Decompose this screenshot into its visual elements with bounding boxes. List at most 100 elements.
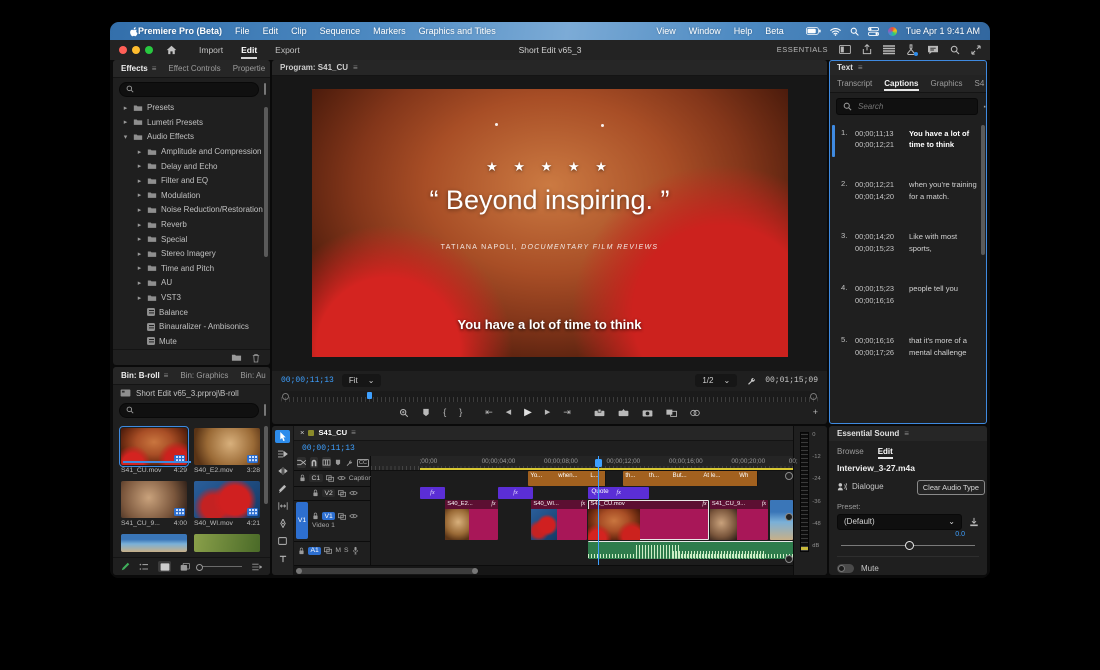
menu-file[interactable]: File [235, 26, 250, 36]
tree-item[interactable]: ▸Delay and Echo [113, 159, 270, 174]
clip-thumbnail[interactable] [194, 428, 260, 465]
track-header-c1[interactable]: C1 Captions [294, 470, 370, 486]
hscroll-thumb[interactable] [297, 568, 477, 574]
edit-pencil-icon[interactable] [121, 562, 130, 571]
zoom-tool-icon[interactable] [399, 408, 409, 418]
chevron-right-icon[interactable]: ▸ [136, 206, 143, 214]
caption-clip[interactable]: Wh [737, 471, 758, 486]
caption-row[interactable]: 4. 00;00;15;2300;00;16;16 people tell yo… [829, 280, 987, 309]
clip-thumbnail[interactable] [121, 481, 187, 518]
bin-clip-partial[interactable] [194, 534, 260, 553]
track-badge-v1[interactable]: V1 [322, 512, 335, 520]
caption-row[interactable]: 3. 00;00;14;2000;00;15;23 Like with most… [829, 228, 987, 257]
clip-thumbnail[interactable] [194, 481, 260, 518]
spotlight-icon[interactable] [850, 27, 859, 36]
chevron-right-icon[interactable]: ▸ [136, 235, 143, 243]
clip-thumbnail[interactable] [194, 534, 260, 552]
caption-clip[interactable]: when... [556, 471, 591, 486]
caption-clip[interactable]: th... [647, 471, 674, 486]
tab-graphics[interactable]: Graphics [925, 75, 969, 92]
caption-row[interactable]: 2. 00;00;12;2100;00;14;20 when you're tr… [829, 176, 987, 205]
new-custom-bin-icon[interactable] [231, 353, 242, 362]
workspace-label[interactable]: ESSENTIALS [777, 45, 828, 54]
volume-slider[interactable] [841, 545, 975, 547]
caption-clip[interactable]: Yo... [528, 471, 560, 486]
fullscreen-icon[interactable] [971, 45, 981, 55]
goto-in-icon[interactable]: ⇤ [485, 408, 493, 417]
tree-item[interactable]: ▸Amplitude and Compression [113, 144, 270, 159]
program-frame[interactable]: ★ ★ ★ ★ ★ “ Beyond inspiring. ” TATIANA … [312, 89, 788, 357]
menu-graphics-titles[interactable]: Graphics and Titles [419, 26, 496, 36]
chevron-right-icon[interactable]: ▸ [122, 118, 129, 126]
preset-dropdown[interactable]: (Default)⌄ [837, 514, 962, 530]
captions-track-icon[interactable]: CC [357, 459, 369, 467]
menubar-clock[interactable]: Tue Apr 1 9:41 AM [906, 26, 980, 36]
button-editor-icon[interactable]: + [813, 408, 818, 417]
close-sequence-icon[interactable]: × [300, 428, 304, 437]
panel-menu-icon[interactable]: ≡ [353, 63, 358, 72]
tree-item[interactable]: ▸Modulation [113, 188, 270, 203]
scrub-start-knob[interactable] [282, 393, 289, 400]
panel-menu-icon[interactable]: ≡ [164, 371, 169, 380]
bin-clip-s40-e2[interactable]: S40_E2.mov3:28 [194, 428, 260, 475]
sync-lock-icon[interactable] [338, 490, 346, 497]
bin-clip-s41-cu[interactable]: S41_CU.mov4:29 [121, 428, 187, 475]
tree-item[interactable]: Mute [113, 334, 270, 349]
sync-lock-icon[interactable] [338, 513, 346, 520]
graphic-clip[interactable]: fx [498, 487, 534, 499]
slider-knob[interactable] [905, 541, 914, 550]
captions-search[interactable] [836, 98, 978, 115]
track-height-scrollbar[interactable] [786, 472, 792, 564]
zoom-window-button[interactable] [145, 46, 153, 54]
tab-bin-broll[interactable]: Bin: B-roll≡ [115, 367, 174, 384]
menu-help[interactable]: Help [734, 26, 753, 36]
wifi-icon[interactable] [830, 27, 841, 36]
chevron-right-icon[interactable]: ▸ [136, 264, 143, 272]
thumbnail-view-icon[interactable] [158, 561, 171, 572]
delete-icon[interactable] [252, 353, 260, 363]
app-status-icon[interactable] [888, 27, 897, 36]
chevron-right-icon[interactable]: ▸ [136, 279, 143, 287]
bin-search[interactable] [119, 403, 259, 418]
video-clip-s40-wi[interactable]: S40_WI...fx [531, 500, 587, 540]
eye-icon[interactable] [349, 490, 358, 496]
tree-item[interactable]: ▾Audio Effects [113, 130, 270, 145]
search-icon[interactable] [950, 45, 960, 55]
chevron-right-icon[interactable]: ▸ [136, 191, 143, 199]
panel-menu-icon[interactable]: ≡ [904, 429, 909, 438]
graphic-clip[interactable]: fx [420, 487, 446, 499]
tab-bin-audio[interactable]: Bin: Au [234, 367, 270, 384]
slip-tool[interactable] [275, 500, 290, 513]
snap-magnet-icon[interactable] [310, 457, 318, 468]
lift-icon[interactable] [594, 409, 605, 417]
track-header-a1[interactable]: A1 M S [294, 541, 370, 560]
automate-to-sequence-icon[interactable] [252, 563, 262, 571]
mic-icon[interactable] [352, 546, 359, 555]
captions-search-input[interactable] [856, 101, 971, 112]
tree-item[interactable]: ▸Noise Reduction/Restoration [113, 203, 270, 218]
mute-toggle[interactable] [837, 564, 854, 573]
chevron-right-icon[interactable]: ▸ [136, 294, 143, 302]
minimize-window-button[interactable] [132, 46, 140, 54]
tree-item[interactable]: ▸Stereo Imagery [113, 246, 270, 261]
bin-clip-s40-wi[interactable]: S40_WI.mov4:21 [194, 481, 260, 528]
caption-clip[interactable]: At le... [701, 471, 741, 486]
captions-track[interactable]: Yo... when... L... th... th... But... At… [371, 471, 793, 486]
track-select-forward-tool[interactable] [275, 447, 290, 460]
rectangle-tool[interactable] [275, 535, 290, 548]
bin-search-input[interactable] [138, 405, 252, 416]
export-frame-icon[interactable] [642, 409, 653, 417]
chevron-right-icon[interactable]: ▸ [136, 250, 143, 258]
timeline-lanes[interactable]: ;00;00 00;00;04;00 00;00;08;00 00;00;12;… [371, 456, 793, 566]
chevron-right-icon[interactable]: ▸ [122, 104, 129, 112]
tab-effects[interactable]: Effects≡ [115, 60, 162, 77]
track-badge-v2[interactable]: V2 [322, 489, 335, 497]
audio-clip-interview[interactable] [588, 541, 793, 559]
goto-out-icon[interactable]: ⇥ [563, 408, 571, 417]
program-current-timecode[interactable]: 00;00;11;13 [281, 376, 334, 385]
chevron-right-icon[interactable]: ▸ [136, 221, 143, 229]
tree-item[interactable]: Balance [113, 305, 270, 320]
apple-icon[interactable] [129, 26, 138, 37]
control-center-icon[interactable] [868, 27, 879, 36]
tree-item[interactable]: ▸VST3 [113, 290, 270, 305]
